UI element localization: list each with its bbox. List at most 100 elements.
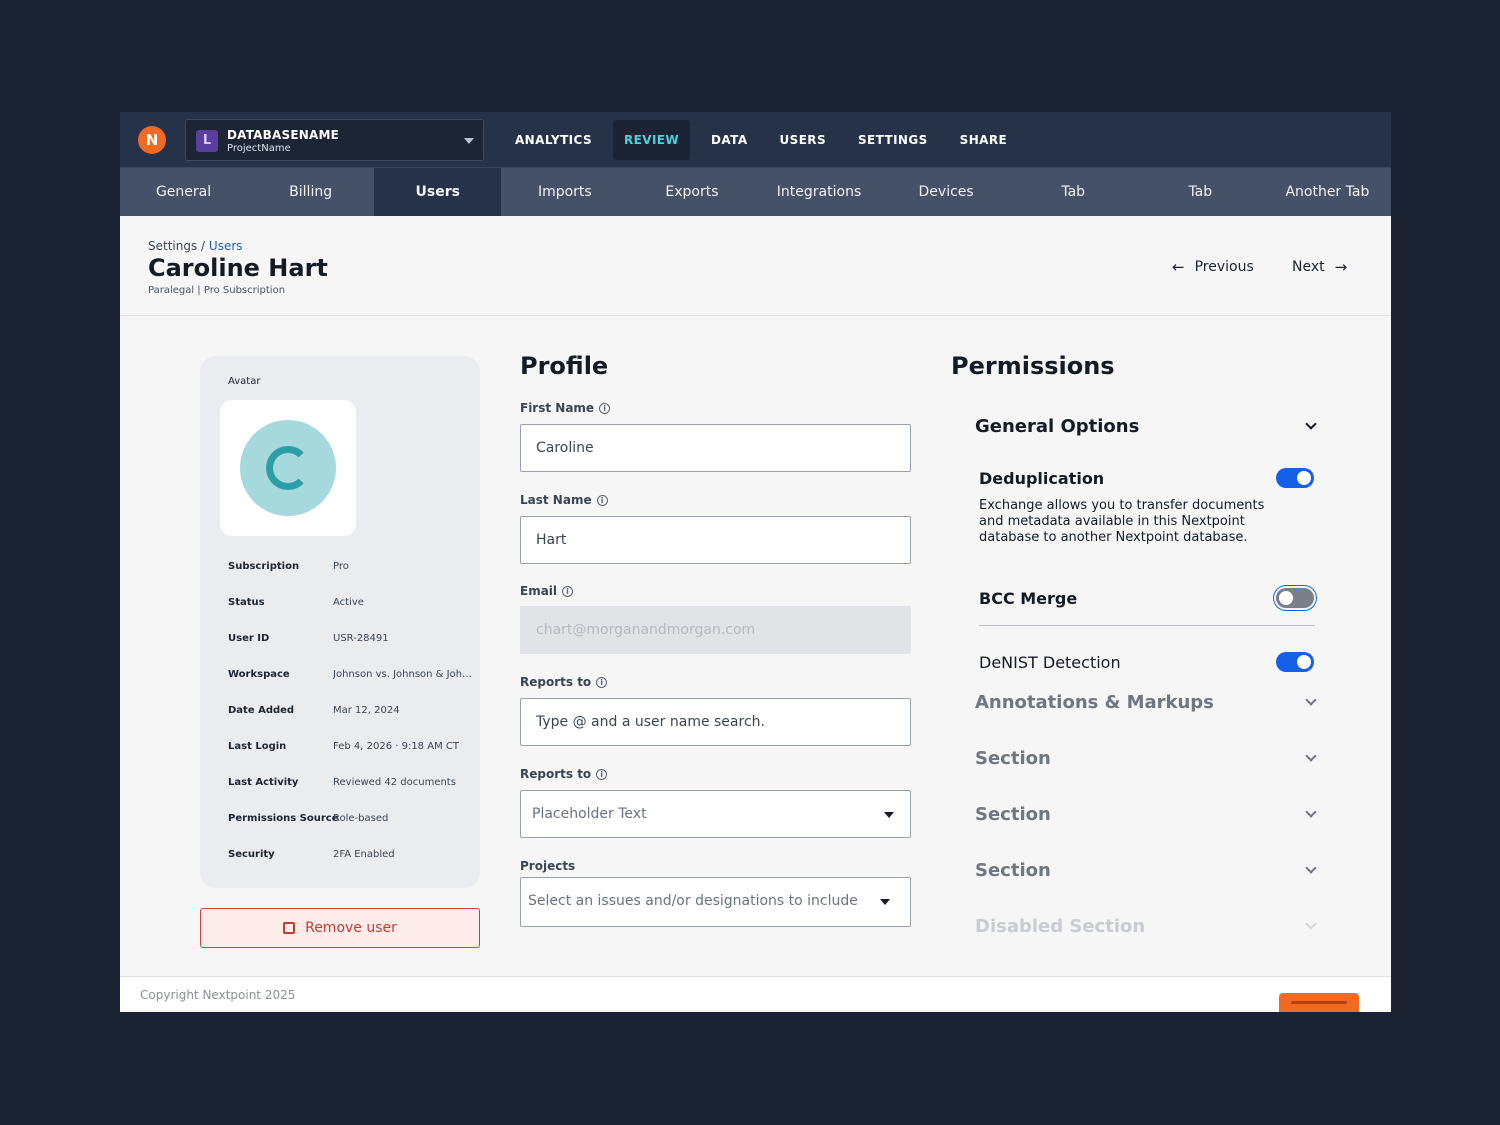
project-name: ProjectName (227, 143, 291, 154)
next-button[interactable]: Next → (1292, 258, 1347, 276)
first-name-label-text: First Name (520, 401, 595, 415)
meta-key: Last Activity (228, 777, 299, 788)
denist-detection-toggle[interactable] (1276, 652, 1314, 672)
deduplication-toggle[interactable] (1276, 468, 1314, 488)
database-selector[interactable]: L DATABASENAME ProjectName (185, 119, 484, 161)
deduplication-description: Exchange allows you to transfer document… (979, 498, 1265, 545)
accordion-title: Section (975, 859, 1051, 881)
accordion-title: Section (975, 803, 1051, 825)
toggle-knob (1297, 471, 1311, 485)
caret-down-icon (880, 899, 890, 905)
caret-down-icon (884, 812, 894, 818)
avatar (240, 420, 336, 516)
toggle-knob (1297, 655, 1311, 669)
bcc-merge-toggle[interactable] (1276, 588, 1314, 608)
page-subtitle: Paralegal | Pro Subscription (148, 285, 286, 296)
accordion-section-2[interactable]: Section (975, 799, 1320, 829)
meta-value: Pro (333, 561, 349, 572)
nav-data[interactable]: DATA (700, 120, 758, 160)
nav-share[interactable]: SHARE (949, 120, 1018, 160)
info-icon[interactable]: i (599, 402, 611, 414)
email-field (520, 606, 911, 654)
remove-user-button[interactable]: Remove user (200, 908, 480, 948)
nav-users[interactable]: USERS (769, 120, 837, 160)
breadcrumb: Settings / Users (148, 239, 243, 253)
tab-general[interactable]: General (120, 168, 247, 216)
last-name-label: Last Name i (520, 493, 608, 507)
user-summary-card: Avatar Subscription Pro Status Active Us… (200, 356, 480, 888)
first-name-field[interactable] (520, 424, 911, 472)
reports-to-search-input[interactable] (520, 698, 911, 746)
chevron-down-icon (1305, 694, 1317, 706)
meta-value: 2FA Enabled (333, 849, 395, 860)
avatar-label: Avatar (228, 376, 261, 387)
meta-value: Active (333, 597, 364, 608)
nav-settings[interactable]: SETTINGS (847, 120, 939, 160)
projects-select-placeholder: Select an issues and/or designations to … (528, 893, 858, 909)
tab-integrations[interactable]: Integrations (755, 168, 882, 216)
breadcrumb-users[interactable]: Users (209, 239, 243, 253)
tab-another[interactable]: Another Tab (1264, 168, 1391, 216)
nextpoint-logo-icon[interactable]: N (138, 126, 166, 154)
previous-button[interactable]: ← Previous (1172, 258, 1254, 276)
info-icon[interactable]: i (596, 494, 608, 506)
tab-billing[interactable]: Billing (247, 168, 374, 216)
nav-analytics[interactable]: ANALYTICS (504, 120, 603, 160)
tab-tab-1[interactable]: Tab (1010, 168, 1137, 216)
top-bar: N L DATABASENAME ProjectName ANALYTICS R… (120, 112, 1391, 168)
accordion-general-options[interactable]: General Options (975, 411, 1320, 441)
toggle-knob (1279, 591, 1293, 605)
external-link-icon (283, 922, 296, 934)
meta-value: Role-based (333, 813, 389, 824)
copyright-text: Copyright Nextpoint 2025 (140, 988, 296, 1002)
accordion-disabled-section: Disabled Section (975, 911, 1320, 941)
meta-value: Reviewed 42 documents (333, 777, 456, 788)
database-badge-icon: L (196, 130, 218, 152)
projects-select[interactable]: Select an issues and/or designations to … (520, 877, 911, 927)
app-window: N L DATABASENAME ProjectName ANALYTICS R… (120, 112, 1391, 1012)
meta-key: User ID (228, 633, 270, 644)
permissions-title: Permissions (951, 352, 1115, 380)
tab-users[interactable]: Users (374, 168, 502, 216)
previous-label: Previous (1194, 259, 1254, 275)
breadcrumb-separator: / (201, 239, 206, 253)
next-label: Next (1292, 259, 1325, 275)
accordion-annotations-markups[interactable]: Annotations & Markups (975, 687, 1320, 717)
info-icon[interactable]: i (562, 585, 574, 597)
tab-imports[interactable]: Imports (501, 168, 628, 216)
database-name: DATABASENAME (227, 128, 339, 142)
page-header: Settings / Users Caroline Hart Paralegal… (120, 216, 1391, 316)
arrow-right-icon: → (1334, 258, 1348, 276)
accordion-title: Annotations & Markups (975, 691, 1214, 713)
meta-value: Feb 4, 2026 · 9:18 AM CT (333, 741, 459, 752)
last-name-field[interactable] (520, 516, 911, 564)
handle-icon (1291, 1001, 1347, 1004)
reports-to-select-placeholder: Placeholder Text (532, 806, 647, 822)
info-icon[interactable]: i (596, 676, 608, 688)
help-tab-button[interactable] (1279, 993, 1359, 1012)
reports-to-select[interactable]: Placeholder Text (520, 790, 911, 838)
avatar-frame[interactable] (220, 400, 356, 536)
nav-review[interactable]: REVIEW (613, 120, 691, 160)
breadcrumb-settings[interactable]: Settings (148, 239, 197, 253)
meta-key: Status (228, 597, 265, 608)
accordion-section-3[interactable]: Section (975, 855, 1320, 885)
tab-exports[interactable]: Exports (628, 168, 755, 216)
reports-to-select-label: Reports to i (520, 767, 608, 781)
meta-key: Subscription (228, 561, 300, 572)
page-title: Caroline Hart (148, 254, 328, 282)
info-icon[interactable]: i (596, 768, 608, 780)
first-name-label: First Name i (520, 401, 611, 415)
accordion-section-1[interactable]: Section (975, 743, 1320, 773)
chevron-down-icon (1305, 750, 1317, 762)
tab-tab-2[interactable]: Tab (1137, 168, 1264, 216)
last-name-label-text: Last Name (520, 493, 592, 507)
accordion-title: General Options (975, 415, 1140, 437)
settings-tabs: General Billing Users Imports Exports In… (120, 168, 1391, 216)
footer: Copyright Nextpoint 2025 (120, 976, 1391, 1012)
meta-key: Workspace (228, 669, 290, 680)
bcc-merge-title: BCC Merge (979, 589, 1078, 608)
profile-title: Profile (520, 352, 609, 380)
tab-devices[interactable]: Devices (883, 168, 1010, 216)
reports-to-label-text: Reports to (520, 675, 592, 689)
